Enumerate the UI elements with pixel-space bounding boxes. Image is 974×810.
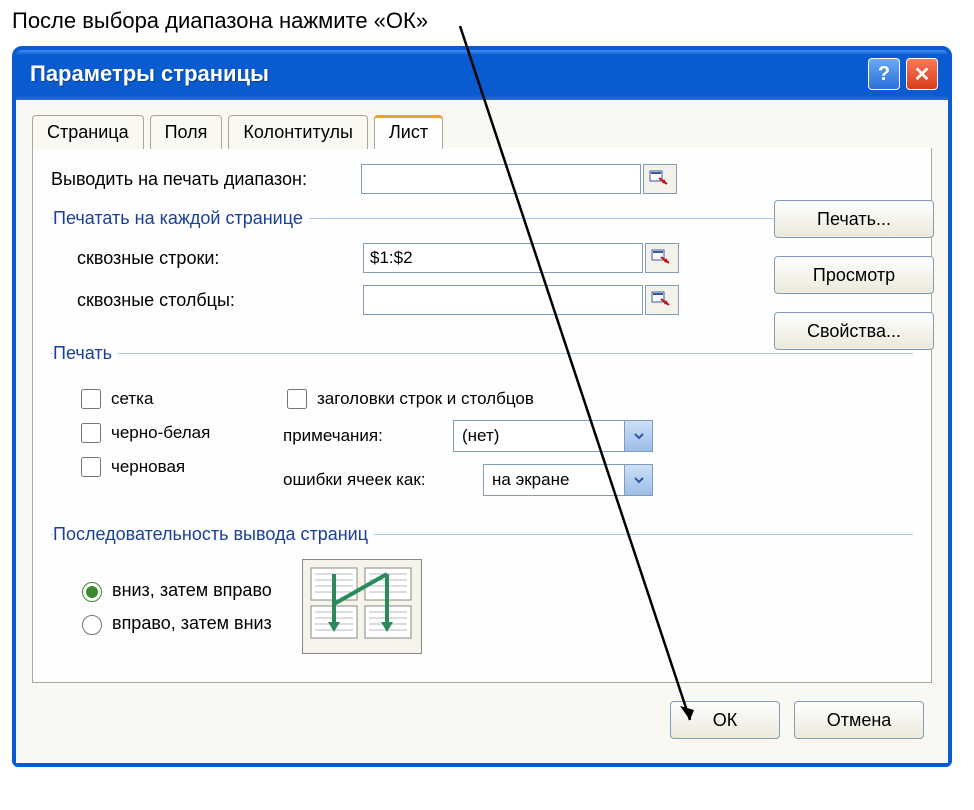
down-then-over-label: вниз, затем вправо <box>112 580 272 601</box>
order-fieldset: Последовательность вывода страниц вниз, … <box>51 524 913 656</box>
bw-label: черно-белая <box>111 423 210 443</box>
rows-label: сквозные строки: <box>53 248 363 269</box>
cols-ref-button[interactable] <box>645 285 679 315</box>
cols-label: сквозные столбцы: <box>53 290 363 311</box>
errors-label: ошибки ячеек как: <box>283 470 483 490</box>
window-title: Параметры страницы <box>30 61 862 87</box>
headings-label: заголовки строк и столбцов <box>317 389 534 409</box>
preview-button[interactable]: Просмотр <box>774 256 934 294</box>
range-select-icon <box>651 249 673 267</box>
print-fieldset: Печать сетка черно-белая чер <box>51 343 913 510</box>
rows-ref-button[interactable] <box>645 243 679 273</box>
dialog-footer: ОК Отмена <box>32 683 932 747</box>
chevron-down-icon <box>624 421 652 451</box>
repeat-legend: Печатать на каждой странице <box>53 208 309 229</box>
options-button[interactable]: Свойства... <box>774 312 934 350</box>
notes-value: (нет) <box>454 426 624 446</box>
close-button[interactable]: ✕ <box>906 58 938 90</box>
over-then-down-label: вправо, затем вниз <box>112 613 272 634</box>
tabstrip: Страница Поля Колонтитулы Лист <box>32 114 932 149</box>
ok-button[interactable]: ОК <box>670 701 780 739</box>
errors-value: на экране <box>484 470 624 490</box>
annotation-text: После выбора диапазона нажмите «ОК» <box>12 8 970 34</box>
side-buttons: Печать... Просмотр Свойства... <box>774 200 934 350</box>
range-select-icon <box>649 170 671 188</box>
order-legend: Последовательность вывода страниц <box>53 524 374 545</box>
bw-checkbox[interactable] <box>81 423 101 443</box>
grid-label: сетка <box>111 389 153 409</box>
help-icon: ? <box>878 63 890 86</box>
over-then-down-radio[interactable] <box>82 615 102 635</box>
cols-input[interactable] <box>363 285 643 315</box>
draft-checkbox[interactable] <box>81 457 101 477</box>
print-range-ref-button[interactable] <box>643 164 677 194</box>
tab-page[interactable]: Страница <box>32 115 144 149</box>
close-icon: ✕ <box>914 62 931 87</box>
help-button[interactable]: ? <box>868 58 900 90</box>
notes-combo[interactable]: (нет) <box>453 420 653 452</box>
dialog-window: Параметры страницы ? ✕ Страница Поля Кол… <box>12 46 952 767</box>
cancel-button[interactable]: Отмена <box>794 701 924 739</box>
grid-checkbox[interactable] <box>81 389 101 409</box>
draft-label: черновая <box>111 457 185 477</box>
print-button[interactable]: Печать... <box>774 200 934 238</box>
chevron-down-icon <box>624 465 652 495</box>
print-legend: Печать <box>53 343 118 364</box>
down-then-over-radio[interactable] <box>82 582 102 602</box>
notes-label: примечания: <box>283 426 453 446</box>
tab-sheet[interactable]: Лист <box>374 115 443 149</box>
print-range-input[interactable] <box>361 164 641 194</box>
page-order-icon <box>302 559 422 654</box>
tab-headers[interactable]: Колонтитулы <box>228 115 368 149</box>
print-range-label: Выводить на печать диапазон: <box>51 169 361 190</box>
errors-combo[interactable]: на экране <box>483 464 653 496</box>
titlebar: Параметры страницы ? ✕ <box>16 50 948 100</box>
range-select-icon <box>651 291 673 309</box>
headings-checkbox[interactable] <box>287 389 307 409</box>
rows-input[interactable] <box>363 243 643 273</box>
tab-margins[interactable]: Поля <box>150 115 223 149</box>
